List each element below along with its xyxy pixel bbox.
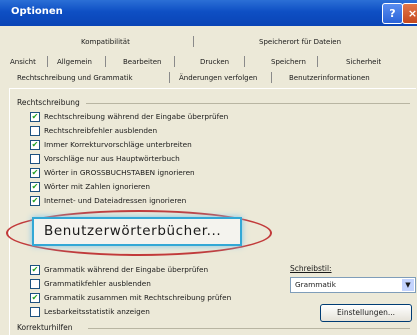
tab-row-3: Rechtschreibung und Grammatik Änderungen…	[9, 72, 415, 88]
checkbox[interactable]: ✔	[30, 168, 40, 178]
group-divider	[88, 328, 410, 329]
tab-sicherheit[interactable]: Sicherheit	[346, 58, 381, 66]
close-button[interactable]: ×	[402, 3, 417, 24]
tab-kompatibilitaet[interactable]: Kompatibilität	[81, 38, 130, 46]
checkbox[interactable]: ✔	[30, 112, 40, 122]
tab-benutzerinformationen[interactable]: Benutzerinformationen	[289, 74, 370, 82]
checkbox[interactable]	[30, 126, 40, 136]
writing-style-label: Schreibstil:	[290, 264, 332, 273]
tab-ansicht[interactable]: Ansicht	[10, 58, 36, 66]
group-divider	[86, 103, 410, 104]
spelling-group-label: Rechtschreibung	[17, 98, 80, 107]
tab-separator	[244, 56, 245, 67]
tab-allgemein[interactable]: Allgemein	[57, 58, 92, 66]
tab-row-2: Ansicht Allgemein Bearbeiten Drucken Spe…	[9, 56, 409, 72]
title-bar[interactable]: Optionen ? ×	[0, 0, 417, 26]
checkbox[interactable]: ✔	[30, 140, 40, 150]
tab-speichern[interactable]: Speichern	[271, 58, 306, 66]
grammar-settings-button[interactable]: Einstellungen...	[320, 304, 412, 322]
help-button[interactable]: ?	[382, 3, 403, 24]
option-label: Grammatik zusammen mit Rechtschreibung p…	[44, 293, 232, 302]
tab-separator	[105, 56, 106, 67]
checkbox[interactable]: ✔	[30, 265, 40, 275]
tab-aenderungen[interactable]: Änderungen verfolgen	[179, 74, 257, 82]
tab-separator	[193, 36, 194, 47]
close-icon: ×	[407, 7, 417, 20]
custom-dictionaries-button[interactable]: Benutzerwörterbücher...	[32, 217, 242, 246]
tab-separator	[174, 56, 175, 67]
tools-group-label: Korrekturhilfen	[17, 323, 73, 332]
option-label: Vorschläge nur aus Hauptwörterbuch	[44, 154, 180, 163]
question-icon: ?	[389, 7, 396, 20]
checkbox[interactable]	[30, 279, 40, 289]
checkbox[interactable]	[30, 154, 40, 164]
tab-rechtschreibung[interactable]: Rechtschreibung und Grammatik	[17, 74, 133, 82]
tab-speicherort[interactable]: Speicherort für Dateien	[259, 38, 341, 46]
tab-drucken[interactable]: Drucken	[200, 58, 229, 66]
checkbox[interactable]: ✔	[30, 182, 40, 192]
tab-separator	[47, 56, 48, 67]
writing-style-dropdown[interactable]: Grammatik ▼	[290, 277, 416, 293]
option-label: Internet- und Dateiadressen ignorieren	[44, 196, 187, 205]
dropdown-value: Grammatik	[295, 280, 336, 289]
tab-bearbeiten[interactable]: Bearbeiten	[123, 58, 161, 66]
chevron-down-icon[interactable]: ▼	[402, 279, 414, 291]
option-label: Immer Korrekturvorschläge unterbreiten	[44, 140, 192, 149]
options-dialog: Optionen ? × Kompatibilität Speicherort …	[0, 0, 417, 335]
checkbox[interactable]	[30, 307, 40, 317]
tab-separator	[271, 72, 272, 83]
option-label: Wörter mit Zahlen ignorieren	[44, 182, 151, 191]
tab-row-1: Kompatibilität Speicherort für Dateien	[9, 36, 409, 52]
option-label: Lesbarkeitsstatistik anzeigen	[44, 307, 150, 316]
option-label: Grammatik während der Eingabe überprüfen	[44, 265, 209, 274]
option-label: Rechtschreibung während der Eingabe über…	[44, 112, 229, 121]
checkbox[interactable]: ✔	[30, 196, 40, 206]
option-label: Rechtschreibfehler ausblenden	[44, 126, 158, 135]
tab-separator	[169, 72, 170, 83]
option-label: Grammatikfehler ausblenden	[44, 279, 151, 288]
tab-separator	[317, 56, 318, 67]
window-title: Optionen	[11, 6, 63, 17]
checkbox[interactable]: ✔	[30, 293, 40, 303]
option-label: Wörter in GROSSBUCHSTABEN ignorieren	[44, 168, 195, 177]
